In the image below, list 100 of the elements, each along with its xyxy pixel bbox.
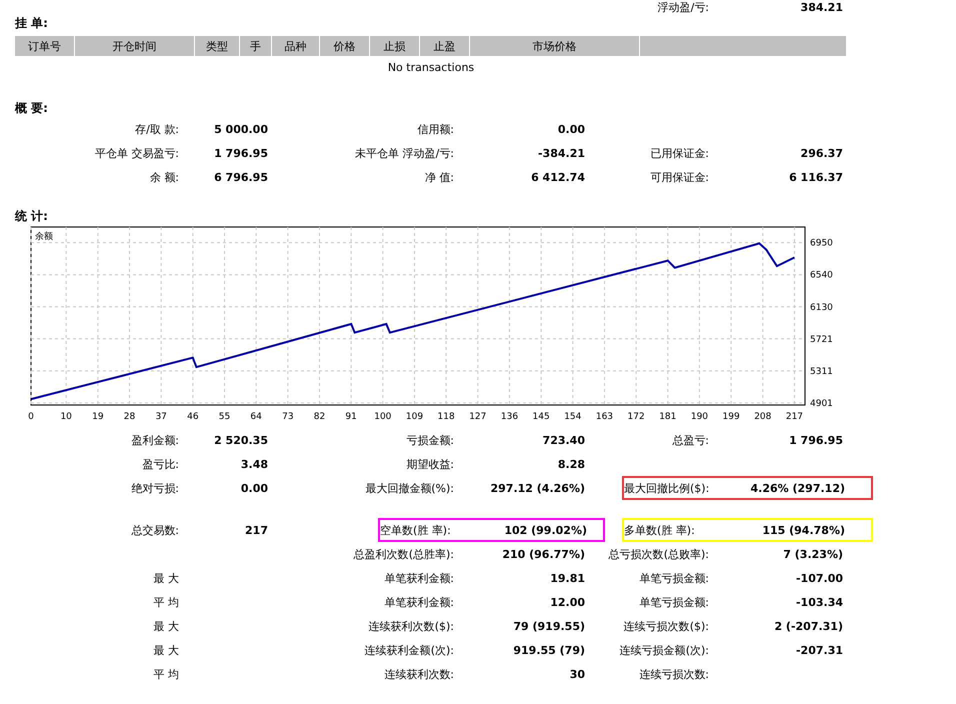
y-tick-label: 4901 [810,398,833,409]
stat-label: 多单数(胜 率): [624,522,696,538]
stat-label: 存/取 款: [134,122,180,136]
stat-label: 期望收益: [405,456,455,472]
x-tick-label: 19 [92,412,104,422]
y-tick-label: 6950 [810,238,833,249]
stat-value: -103.34 [794,596,843,608]
stat-value: 3.48 [240,458,268,470]
stat-value: 115 (94.78%) [762,524,845,536]
stat-value: 102 (99.02%) [504,524,587,536]
stat-label: 最 大 [152,570,180,586]
x-tick-label: 37 [155,412,167,422]
x-tick-label: 28 [124,412,136,422]
stat-label: 浮动盈/亏: [656,0,710,14]
stat-label: 净 值: [424,170,455,184]
x-tick-label: 118 [438,412,455,422]
column-header: 品种 [272,36,320,56]
stat-value: 217 [244,524,268,536]
y-tick-label: 5721 [810,334,833,345]
x-tick-label: 163 [596,412,614,422]
x-tick-label: 55 [218,412,230,422]
stat-value: 6 412.74 [530,170,585,184]
x-tick-label: 208 [754,412,772,422]
x-tick-label: 46 [187,412,199,422]
stat-label: 余 额: [148,170,180,184]
stat-label: 单笔亏损金额: [638,570,710,586]
column-header: 开仓时间 [75,36,195,56]
stat-label: 总交易数: [130,522,180,538]
stat-label: 盈亏比: [141,456,180,472]
section-title: 挂 单: [15,14,49,32]
column-header: 订单号 [15,36,75,56]
x-tick-label: 136 [500,412,518,422]
x-tick-label: 109 [406,412,424,422]
y-tick-label: 6540 [810,270,833,281]
stat-value: 19.81 [549,572,585,584]
stat-label: 连续亏损金额(次): [618,642,710,658]
x-tick-label: 64 [250,412,262,422]
section-title: 概 要: [15,100,49,116]
x-tick-label: 127 [469,412,486,422]
stat-label: 连续获利次数: [383,666,455,682]
stat-label: 最 大 [152,642,180,658]
stat-label: 连续获利金额(次): [364,642,455,658]
x-tick-label: 145 [532,412,550,422]
stat-value: 210 (96.77%) [501,548,585,560]
stat-label: 平 均 [152,594,180,610]
column-header: 市场价格 [470,36,640,56]
stat-value: 8.28 [556,458,585,470]
x-tick-label: 181 [659,412,676,422]
stat-value: 6 116.37 [788,170,843,184]
stat-label: 总亏损次数(总败率): [608,546,710,562]
column-header: 价格 [320,36,370,56]
x-tick-label: 82 [314,412,326,422]
x-tick-label: 100 [374,412,392,422]
stat-label: 单笔获利金额: [383,570,455,586]
stat-value: 0.00 [556,122,585,136]
stat-value: 723.40 [542,434,585,446]
stat-label: 平 均 [152,666,180,682]
y-tick-label: 5311 [810,366,833,377]
stat-value: -207.31 [794,644,843,656]
stat-label: 最 大 [152,618,180,634]
column-header: 止盈 [420,36,470,56]
stat-value: 0.00 [240,482,268,494]
x-tick-label: 172 [628,412,645,422]
stat-value: 5 000.00 [213,122,268,136]
stat-value: 12.00 [549,596,585,608]
x-tick-label: 91 [345,412,357,422]
stat-value: 919.55 (79) [512,644,585,656]
stat-label: 单笔获利金额: [383,594,455,610]
stat-label: 绝对亏损: [130,480,180,496]
x-tick-label: 190 [690,412,708,422]
stat-value: 2 (-207.31) [773,620,843,632]
stat-label: 信用额: [416,122,455,136]
stat-label: 盈利金额: [130,432,180,448]
stat-label: 空单数(胜 率): [380,522,452,538]
stat-value: -107.00 [794,572,843,584]
stat-label: 总盈利次数(总胜率): [352,546,455,562]
series-label: 余额 [35,232,53,242]
stat-value: 2 520.35 [213,434,268,446]
stat-label: 总盈亏: [671,432,710,448]
x-tick-label: 10 [60,412,72,422]
y-tick-label: 6130 [810,302,833,313]
x-tick-label: 154 [564,412,582,422]
x-tick-label: 199 [722,412,740,422]
stat-label: 单笔亏损金额: [638,594,710,610]
stat-label: 连续获利次数($): [368,618,455,634]
stat-value: 296.37 [800,146,843,160]
stat-value: 30 [568,668,585,680]
stat-label: 未平仓单 浮动盈/亏: [354,146,455,160]
column-header: 止损 [370,36,420,56]
column-header: 类型 [195,36,240,56]
stat-value: 7 (3.23%) [782,548,843,560]
x-tick-label: 0 [28,412,34,422]
stat-label: 亏损金额: [405,432,455,448]
stat-value: 1 796.95 [788,434,843,446]
stat-value: 6 796.95 [213,170,268,184]
stat-label: 平仓单 交易盈亏: [94,146,180,160]
empty-message: No transactions [386,60,476,76]
stat-label: 可用保证金: [649,170,710,184]
x-tick-label: 217 [786,412,804,422]
stat-value: -384.21 [536,146,585,160]
